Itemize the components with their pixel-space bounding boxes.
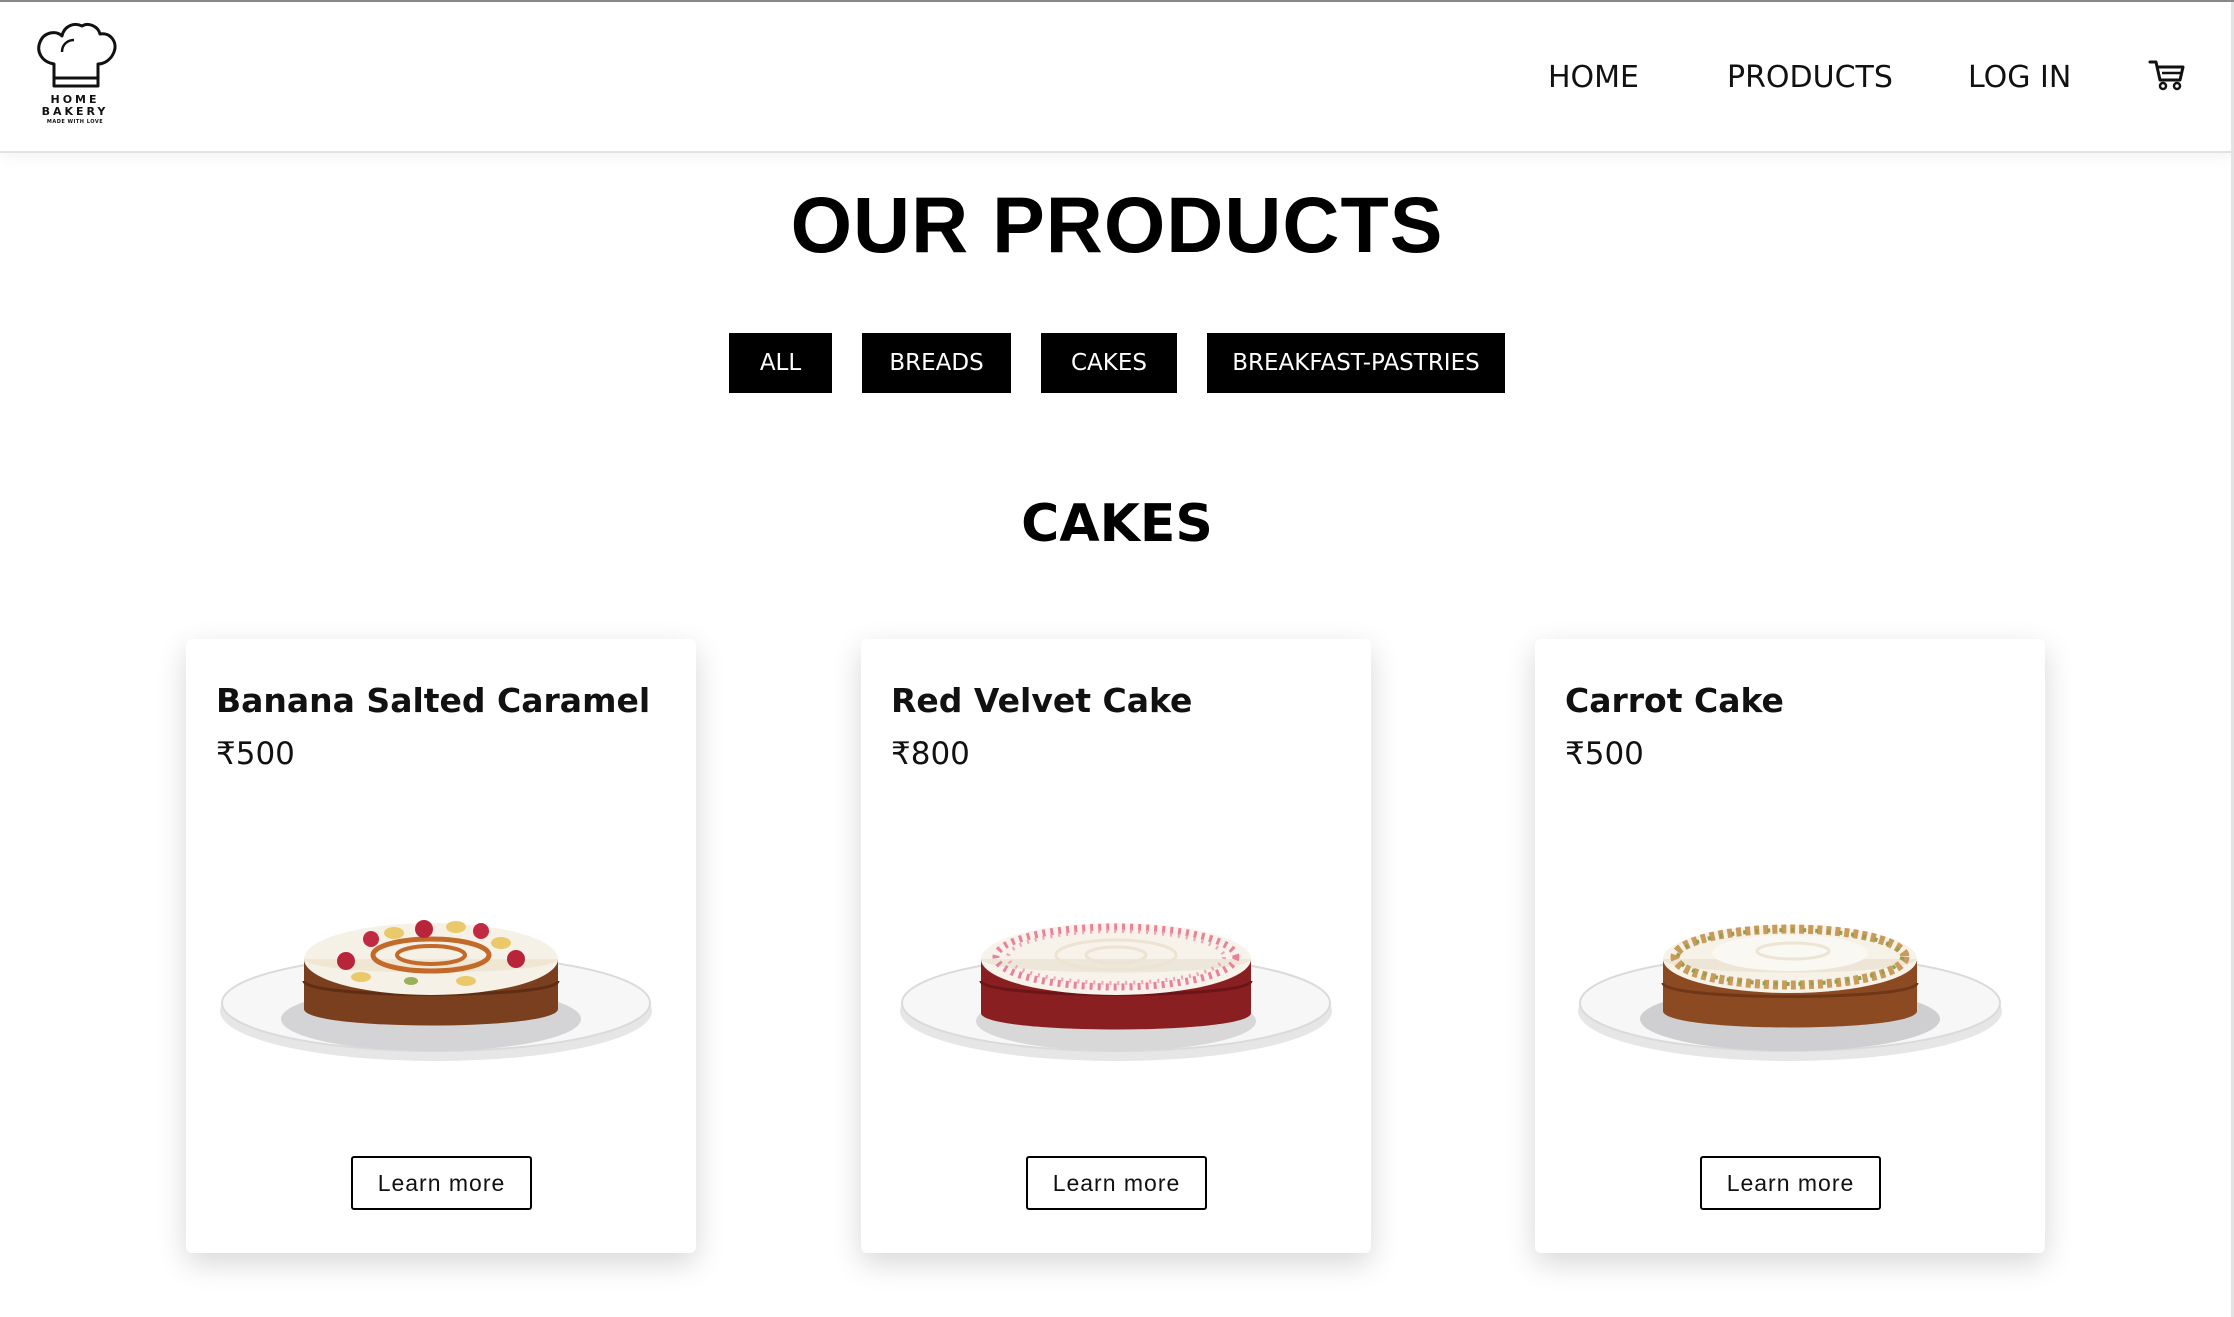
category-filter-bar: ALL BREADS CAKES BREAKFAST-PASTRIES	[0, 333, 2234, 393]
logo-line-2: BAKERY	[41, 105, 109, 118]
product-price: ₹500	[1565, 736, 1644, 772]
page-title: OUR PRODUCTS	[790, 180, 1444, 269]
cart-icon	[2148, 60, 2185, 91]
section-title: CAKES	[1021, 494, 1213, 554]
cart-button[interactable]	[2148, 58, 2186, 92]
logo-line-1: HOME	[50, 93, 100, 106]
filter-breakfast-pastries-button[interactable]: BREAKFAST-PASTRIES	[1207, 333, 1505, 393]
product-name: Banana Salted Caramel	[216, 681, 651, 720]
product-price: ₹500	[216, 736, 295, 772]
product-image	[220, 920, 652, 1061]
product-name: Red Velvet Cake	[891, 681, 1193, 720]
nav-login-link[interactable]: LOG IN	[1968, 60, 2071, 96]
nav-products-link[interactable]: PRODUCTS	[1727, 60, 1893, 96]
product-image	[900, 923, 1332, 1061]
home-bakery-logo[interactable]: HOME BAKERY MADE WITH LOVE	[32, 20, 118, 132]
filter-breads-button[interactable]: BREADS	[862, 333, 1011, 393]
chef-hat-icon	[37, 22, 117, 88]
nav-home-link[interactable]: HOME	[1548, 60, 1639, 96]
learn-more-button[interactable]: Learn more	[1700, 1156, 1881, 1210]
filter-all-button[interactable]: ALL	[729, 333, 832, 393]
logo-text: HOME BAKERY MADE WITH LOVE	[32, 94, 118, 125]
product-card: Banana Salted Caramel ₹500 Learn more	[186, 639, 696, 1253]
page: HOME BAKERY MADE WITH LOVE HOME PRODUCTS…	[0, 0, 2234, 1317]
product-price: ₹800	[891, 736, 970, 772]
product-card: Carrot Cake ₹500 Learn more	[1535, 639, 2045, 1253]
learn-more-button[interactable]: Learn more	[1026, 1156, 1207, 1210]
product-card: Red Velvet Cake ₹800 Learn more	[861, 639, 1371, 1253]
product-name: Carrot Cake	[1565, 681, 1784, 720]
navbar: HOME BAKERY MADE WITH LOVE HOME PRODUCTS…	[0, 2, 2234, 153]
product-image	[1578, 924, 2002, 1061]
filter-cakes-button[interactable]: CAKES	[1041, 333, 1177, 393]
learn-more-button[interactable]: Learn more	[351, 1156, 532, 1210]
logo-tagline: MADE WITH LOVE	[46, 119, 104, 125]
